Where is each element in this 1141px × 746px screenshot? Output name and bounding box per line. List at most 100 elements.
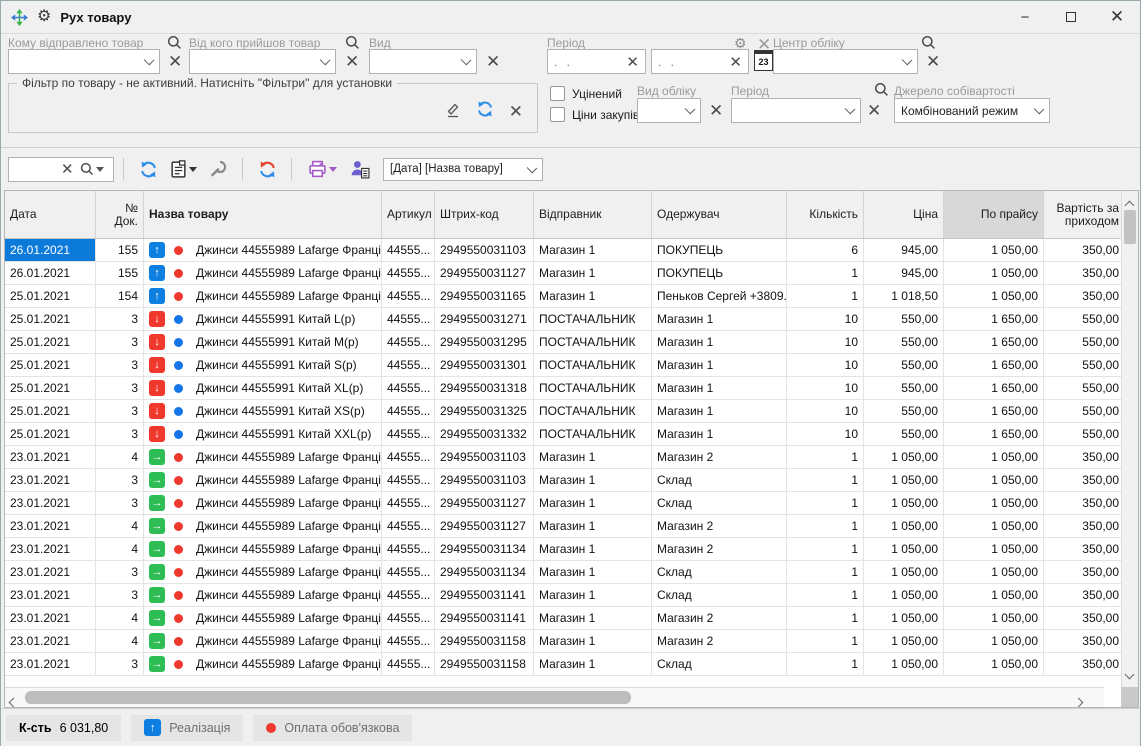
column-header-date[interactable]: Дата (5, 191, 96, 238)
cell-cost[interactable]: 350,00 (1044, 469, 1125, 491)
cell-name[interactable]: ↓Джинси 44555991 Китай XL(p) (144, 377, 382, 399)
cell-date[interactable]: 25.01.2021 (5, 354, 96, 376)
column-header-barcode[interactable]: Штрих-код (435, 191, 534, 238)
cell-doc[interactable]: 3 (96, 331, 144, 353)
cell-list_price[interactable]: 1 050,00 (944, 561, 1044, 583)
cell-article[interactable]: 44555... (382, 285, 435, 307)
cell-price[interactable]: 550,00 (864, 377, 944, 399)
table-row[interactable]: 26.01.2021155↑Джинси 44555989 Lafarge Фр… (5, 262, 1125, 285)
cell-qty[interactable]: 1 (787, 538, 864, 560)
user-report-icon[interactable] (345, 156, 375, 182)
cell-article[interactable]: 44555... (382, 607, 435, 629)
cell-cost[interactable]: 350,00 (1044, 584, 1125, 606)
table-row[interactable]: 23.01.20213→Джинси 44555989 Lafarge Фран… (5, 492, 1125, 515)
cell-cost[interactable]: 350,00 (1044, 630, 1125, 652)
cell-price[interactable]: 945,00 (864, 239, 944, 261)
table-row[interactable]: 23.01.20214→Джинси 44555989 Lafarge Фран… (5, 630, 1125, 653)
cell-date[interactable]: 26.01.2021 (5, 239, 96, 261)
cell-price[interactable]: 1 050,00 (864, 446, 944, 468)
calendar-icon[interactable]: 23 (754, 50, 773, 71)
table-row[interactable]: 23.01.20213→Джинси 44555989 Lafarge Фран… (5, 653, 1125, 676)
cell-cost[interactable]: 550,00 (1044, 354, 1125, 376)
cell-list_price[interactable]: 1 050,00 (944, 653, 1044, 675)
cell-list_price[interactable]: 1 050,00 (944, 262, 1044, 284)
column-header-sender[interactable]: Відправник (534, 191, 652, 238)
cell-doc[interactable]: 3 (96, 354, 144, 376)
cell-list_price[interactable]: 1 050,00 (944, 630, 1044, 652)
cell-date[interactable]: 23.01.2021 (5, 561, 96, 583)
cell-article[interactable]: 44555... (382, 377, 435, 399)
cell-barcode[interactable]: 2949550031165 (435, 285, 534, 307)
cell-qty[interactable]: 1 (787, 584, 864, 606)
cell-doc[interactable]: 155 (96, 262, 144, 284)
cell-sender[interactable]: Магазин 1 (534, 515, 652, 537)
scroll-left-icon[interactable] (10, 693, 17, 708)
cell-barcode[interactable]: 2949550031332 (435, 423, 534, 445)
cell-article[interactable]: 44555... (382, 561, 435, 583)
column-header-doc[interactable]: № Док. (96, 191, 144, 238)
cell-name[interactable]: →Джинси 44555989 Lafarge Франці... (144, 515, 382, 537)
cell-barcode[interactable]: 2949550031103 (435, 239, 534, 261)
cell-doc[interactable]: 3 (96, 492, 144, 514)
cell-price[interactable]: 1 050,00 (864, 630, 944, 652)
horizontal-scroll-thumb[interactable] (25, 691, 631, 704)
cell-receiver[interactable]: Склад (652, 469, 787, 491)
cell-name[interactable]: ↑Джинси 44555989 Lafarge Франці... (144, 262, 382, 284)
cell-date[interactable]: 23.01.2021 (5, 653, 96, 675)
cell-date[interactable]: 25.01.2021 (5, 377, 96, 399)
cell-doc[interactable]: 3 (96, 423, 144, 445)
cell-sender[interactable]: ПОСТАЧАЛЬНИК (534, 308, 652, 330)
cell-cost[interactable]: 350,00 (1044, 653, 1125, 675)
cell-barcode[interactable]: 2949550031271 (435, 308, 534, 330)
cell-name[interactable]: →Джинси 44555989 Lafarge Франці... (144, 630, 382, 652)
search-icon[interactable] (80, 162, 94, 176)
cell-qty[interactable]: 1 (787, 446, 864, 468)
cell-date[interactable]: 26.01.2021 (5, 262, 96, 284)
cell-qty[interactable]: 1 (787, 561, 864, 583)
cell-list_price[interactable]: 1 050,00 (944, 285, 1044, 307)
cell-article[interactable]: 44555... (382, 515, 435, 537)
cell-name[interactable]: ↓Джинси 44555991 Китай S(p) (144, 354, 382, 376)
period-to-field[interactable]: . .✕ (651, 49, 749, 74)
cell-name[interactable]: ↑Джинси 44555989 Lafarge Франці... (144, 239, 382, 261)
cell-sender[interactable]: Магазин 1 (534, 239, 652, 261)
checkbox-icon[interactable] (550, 107, 565, 122)
cell-price[interactable]: 550,00 (864, 331, 944, 353)
cell-doc[interactable]: 3 (96, 469, 144, 491)
cell-barcode[interactable]: 2949550031325 (435, 400, 534, 422)
clear-icon[interactable]: ✕ (486, 53, 500, 70)
cell-date[interactable]: 23.01.2021 (5, 607, 96, 629)
table-row[interactable]: 25.01.2021154↑Джинси 44555989 Lafarge Фр… (5, 285, 1125, 308)
search-icon[interactable] (874, 82, 889, 102)
kind-combo[interactable] (369, 49, 477, 74)
sync-icon[interactable] (254, 156, 280, 182)
cell-receiver[interactable]: ПОКУПЕЦЬ (652, 239, 787, 261)
cell-sender[interactable]: Магазин 1 (534, 561, 652, 583)
cell-receiver[interactable]: ПОКУПЕЦЬ (652, 262, 787, 284)
checkbox-discounted[interactable]: Уцінений (550, 86, 622, 101)
cell-sender[interactable]: Магазин 1 (534, 630, 652, 652)
vertical-scroll-thumb[interactable] (1124, 210, 1136, 244)
cell-doc[interactable]: 4 (96, 446, 144, 468)
cell-doc[interactable]: 4 (96, 607, 144, 629)
cell-qty[interactable]: 10 (787, 377, 864, 399)
column-header-article[interactable]: Артикул (382, 191, 435, 238)
cell-article[interactable]: 44555... (382, 400, 435, 422)
scroll-right-icon[interactable] (1075, 693, 1082, 708)
cell-sender[interactable]: ПОСТАЧАЛЬНИК (534, 377, 652, 399)
cell-article[interactable]: 44555... (382, 538, 435, 560)
cell-barcode[interactable]: 2949550031127 (435, 492, 534, 514)
horizontal-scrollbar[interactable] (5, 687, 1104, 707)
cell-barcode[interactable]: 2949550031103 (435, 469, 534, 491)
table-row[interactable]: 23.01.20214→Джинси 44555989 Lafarge Фран… (5, 515, 1125, 538)
cell-article[interactable]: 44555... (382, 239, 435, 261)
cell-receiver[interactable]: Магазин 2 (652, 607, 787, 629)
clear-icon[interactable]: ✕ (926, 53, 940, 70)
cell-barcode[interactable]: 2949550031141 (435, 607, 534, 629)
cell-price[interactable]: 550,00 (864, 308, 944, 330)
column-header-price[interactable]: Ціна (864, 191, 944, 238)
cell-receiver[interactable]: Магазин 1 (652, 423, 787, 445)
cell-doc[interactable]: 3 (96, 308, 144, 330)
cell-article[interactable]: 44555... (382, 308, 435, 330)
cell-article[interactable]: 44555... (382, 354, 435, 376)
